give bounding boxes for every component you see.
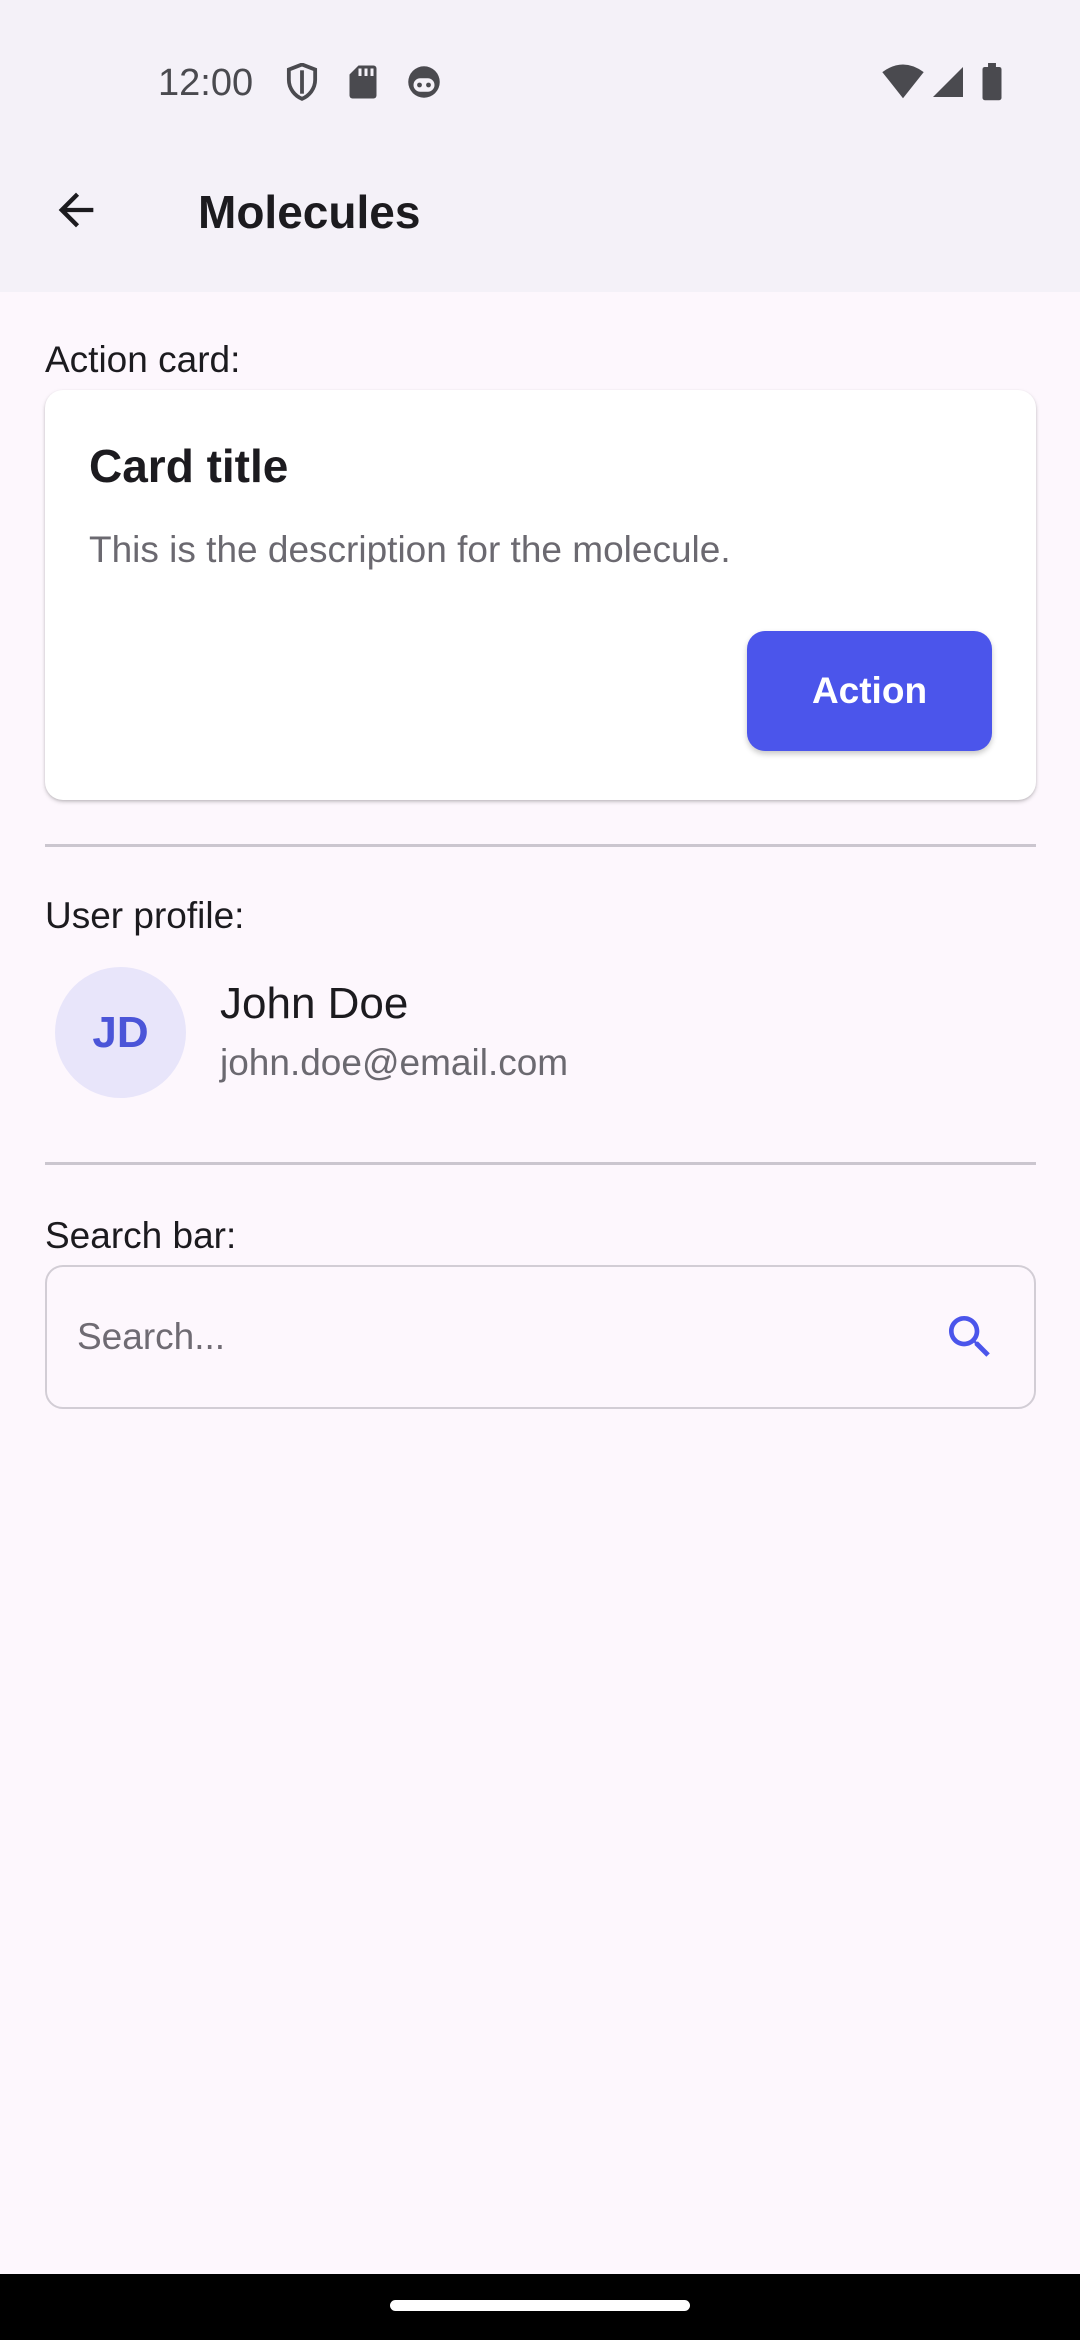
arrow-back-icon <box>50 184 102 236</box>
page-title: Molecules <box>198 186 421 238</box>
card-title: Card title <box>89 440 289 492</box>
status-time: 12:00 <box>158 62 254 104</box>
user-name: John Doe <box>220 979 409 1028</box>
home-indicator[interactable] <box>390 2300 690 2311</box>
battery-icon <box>972 62 1012 102</box>
search-section-label: Search bar: <box>45 1215 237 1256</box>
user-email: john.doe@email.com <box>220 1042 569 1083</box>
avatar: JD <box>55 967 186 1098</box>
card-description: This is the description for the molecule… <box>89 529 731 570</box>
cell-signal-icon <box>928 62 968 102</box>
action-card: Card title This is the description for t… <box>45 390 1036 800</box>
android-face-icon <box>404 62 444 102</box>
divider <box>45 844 1036 847</box>
shield-icon <box>282 62 322 102</box>
status-bar: 12:00 <box>0 0 1080 170</box>
search-bar <box>45 1265 1036 1409</box>
search-input[interactable] <box>77 1297 897 1377</box>
action-button[interactable]: Action <box>747 631 992 751</box>
divider <box>45 1162 1036 1165</box>
search-icon[interactable] <box>942 1309 998 1365</box>
app-bar <box>0 170 1080 292</box>
wifi-icon <box>880 62 926 102</box>
back-button[interactable] <box>36 170 116 250</box>
user-profile-section-label: User profile: <box>45 895 245 936</box>
sd-card-icon <box>343 62 383 102</box>
action-card-section-label: Action card: <box>45 339 241 380</box>
